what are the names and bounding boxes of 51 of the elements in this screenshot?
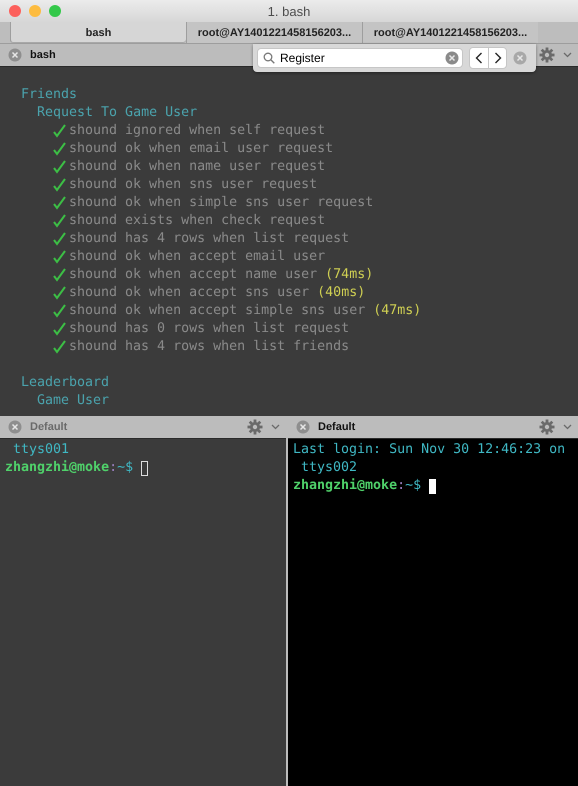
close-icon[interactable] [8, 48, 22, 62]
window-title: 1. bash [268, 4, 310, 18]
test-name: shound ok when simple sns user request [69, 194, 374, 212]
chevron-left-icon [475, 52, 483, 64]
terminal-tab[interactable]: root@AY1401221458156203... [362, 22, 538, 43]
test-name: shound ok when accept email user [69, 248, 326, 266]
test-duration: (74ms) [325, 266, 374, 284]
test-name: shound exists when check request [69, 212, 326, 230]
test-name: shound has 0 rows when list request [69, 320, 350, 338]
suite-title: Game User [37, 392, 110, 410]
suite-title: Leaderboard [21, 374, 110, 392]
text-cursor [141, 460, 148, 476]
search-icon [263, 52, 275, 64]
settings-icon[interactable] [539, 419, 555, 435]
chevron-right-icon [494, 52, 502, 64]
close-window-icon[interactable] [9, 5, 21, 17]
close-icon[interactable] [296, 420, 310, 434]
search-field[interactable]: Register [257, 48, 463, 68]
test-name: shound ok when accept name user [69, 266, 318, 284]
settings-icon[interactable] [247, 419, 263, 435]
test-duration: (47ms) [373, 302, 422, 320]
clear-icon[interactable] [445, 51, 459, 65]
zoom-window-icon[interactable] [49, 5, 61, 17]
test-name: shound ignored when self request [69, 122, 326, 140]
chevron-down-icon[interactable] [563, 52, 572, 58]
test-name: shound ok when accept sns user [69, 284, 310, 302]
prompt-text: zhangzhi@moke:~$ [293, 477, 422, 495]
settings-icon[interactable] [539, 47, 555, 63]
text-cursor [429, 478, 436, 494]
prompt-text: zhangzhi@moke:~$ [5, 459, 134, 477]
test-name: shound has 4 rows when list friends [69, 338, 350, 356]
terminal-tab[interactable]: root@AY1401221458156203... [186, 22, 362, 43]
output-line: ttys001 [12, 441, 70, 459]
test-name: shound ok when sns user request [69, 176, 318, 194]
pane-title: Default [30, 421, 68, 433]
output-line: ttys002 [300, 459, 358, 477]
terminal-tab[interactable]: bash [10, 22, 186, 43]
chevron-down-icon[interactable] [563, 424, 572, 430]
pane-title: Default [318, 421, 356, 433]
test-name: shound ok when name user request [69, 158, 326, 176]
test-name: shound has 4 rows when list request [69, 230, 350, 248]
chevron-down-icon[interactable] [271, 424, 280, 430]
test-duration: (40ms) [317, 284, 366, 302]
suite-title: Friends [21, 86, 78, 104]
close-icon[interactable] [8, 420, 22, 434]
pane-title: bash [30, 49, 56, 61]
test-name: shound ok when email user request [69, 140, 334, 158]
close-icon[interactable] [513, 51, 527, 65]
test-name: shound ok when accept simple sns user [69, 302, 366, 320]
suite-title: Request To Game User [37, 104, 198, 122]
output-line: Last login: Sun Nov 30 12:46:23 on [293, 441, 566, 459]
